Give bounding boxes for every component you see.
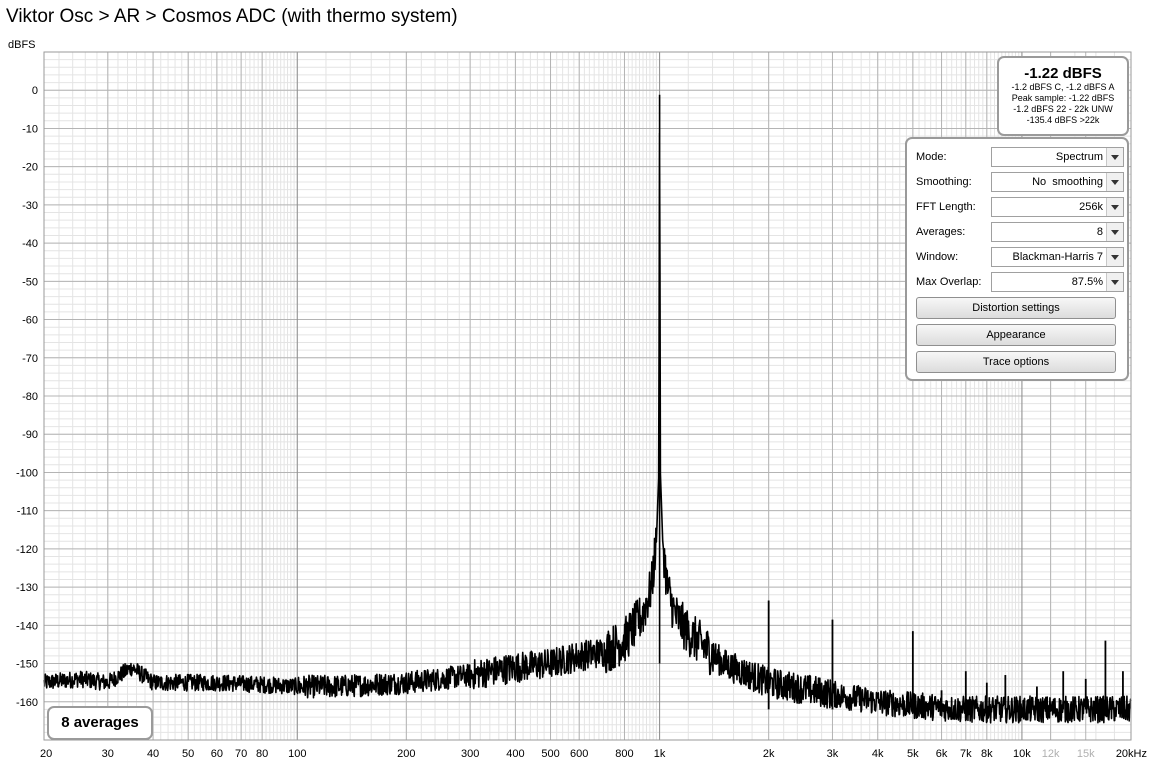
x-tick-label: 500 <box>541 748 559 760</box>
x-tick-label: 300 <box>461 748 479 760</box>
x-tick-label: 5k <box>907 748 919 760</box>
level-readout-panel: -1.22 dBFS -1.2 dBFS C, -1.2 dBFS A Peak… <box>997 56 1129 136</box>
y-tick-label: -50 <box>22 276 38 288</box>
averages-row: Averages: 8 <box>916 222 1124 244</box>
x-tick-label: 2k <box>763 748 775 760</box>
readout-line-peak: Peak sample: -1.22 dBFS <box>1011 93 1115 103</box>
x-tick-label: 80 <box>256 748 268 760</box>
x-tick-labels: 20 30 40 50 60 70 80 100 200 300 400 500 600 800 1k 2k 3… <box>40 748 1147 760</box>
x-tick-label: 3k <box>827 748 839 760</box>
window-value: Blackman-Harris 7 <box>1012 251 1103 263</box>
x-tick-label: 8k <box>981 748 993 760</box>
x-tick-label: 400 <box>506 748 524 760</box>
chevron-down-icon[interactable] <box>1106 148 1123 166</box>
y-tick-label: -140 <box>16 620 38 632</box>
y-tick-label: -20 <box>22 162 38 174</box>
x-tick-label: 7k <box>960 748 972 760</box>
y-tick-label: -90 <box>22 429 38 441</box>
smoothing-select[interactable]: No smoothing <box>991 172 1124 192</box>
window-row: Window: Blackman-Harris 7 <box>916 247 1124 269</box>
chevron-down-icon[interactable] <box>1106 273 1123 291</box>
x-tick-label: 30 <box>102 748 114 760</box>
readout-line-unweighted: -1.2 dBFS 22 - 22k UNW <box>1013 104 1113 114</box>
y-tick-labels: 0 -10 -20 -30 -40 -50 -60 -70 -80 -90 -100 -110 -120… <box>16 85 38 709</box>
max-overlap-value: 87.5% <box>1071 276 1103 288</box>
x-tick-label: 60 <box>211 748 223 760</box>
y-tick-label: -150 <box>16 659 38 671</box>
y-tick-label: -10 <box>22 123 38 135</box>
x-tick-label: 600 <box>570 748 588 760</box>
y-tick-label: 0 <box>32 85 38 97</box>
max-overlap-label: Max Overlap: <box>916 276 982 288</box>
mode-value: Spectrum <box>1055 151 1103 163</box>
y-tick-label: -120 <box>16 544 38 556</box>
controls-panel: Mode: Spectrum Smoothing: No smoothing F… <box>905 137 1129 381</box>
x-tick-label: 1k <box>654 748 666 760</box>
y-tick-label: -160 <box>16 697 38 709</box>
fft-length-value: 256k <box>1079 201 1103 213</box>
x-tick-label: 15k <box>1077 748 1095 760</box>
readout-line-above22k: -135.4 dBFS >22k <box>1026 115 1100 125</box>
chevron-down-icon[interactable] <box>1106 173 1123 191</box>
y-tick-label: -70 <box>22 353 38 365</box>
x-tick-label: 800 <box>615 748 633 760</box>
distortion-settings-button[interactable]: Distortion settings <box>916 297 1116 319</box>
chevron-down-icon[interactable] <box>1106 248 1123 266</box>
window-select[interactable]: Blackman-Harris 7 <box>991 247 1124 267</box>
y-tick-label: -30 <box>22 200 38 212</box>
averages-select[interactable]: 8 <box>991 222 1124 242</box>
mode-label: Mode: <box>916 151 947 163</box>
smoothing-value: No smoothing <box>1032 176 1103 188</box>
smoothing-row: Smoothing: No smoothing <box>916 172 1124 194</box>
averages-badge: 8 averages <box>47 706 153 740</box>
x-tick-label: 40 <box>147 748 159 760</box>
smoothing-label: Smoothing: <box>916 176 972 188</box>
x-tick-label: 10k <box>1013 748 1031 760</box>
y-tick-label: -40 <box>22 238 38 250</box>
max-overlap-row: Max Overlap: 87.5% <box>916 272 1124 294</box>
y-axis-label: dBFS <box>8 39 36 51</box>
chevron-down-icon[interactable] <box>1106 198 1123 216</box>
readout-line-weighted: -1.2 dBFS C, -1.2 dBFS A <box>1011 82 1115 92</box>
y-tick-label: -100 <box>16 467 38 479</box>
averages-label: Averages: <box>916 226 966 238</box>
fft-length-row: FFT Length: 256k <box>916 197 1124 219</box>
level-readout-value: -1.22 dBFS <box>1024 65 1102 82</box>
x-tick-label: 4k <box>872 748 884 760</box>
chevron-down-icon[interactable] <box>1106 223 1123 241</box>
max-overlap-select[interactable]: 87.5% <box>991 272 1124 292</box>
x-tick-label: 6k <box>936 748 948 760</box>
x-tick-label: 70 <box>235 748 247 760</box>
window-label: Window: <box>916 251 959 263</box>
spectrum-chart: dBFS 0 -10 -20 -30 -40 -50 -60 -70 -80 -90 -100 -11… <box>8 39 1147 760</box>
x-tick-label: 50 <box>182 748 194 760</box>
x-tick-label: 100 <box>288 748 306 760</box>
x-tick-label: 20kHz <box>1116 748 1147 760</box>
mode-row: Mode: Spectrum <box>916 147 1124 169</box>
x-tick-label: 12k <box>1042 748 1060 760</box>
fft-length-select[interactable]: 256k <box>991 197 1124 217</box>
x-tick-label: 200 <box>397 748 415 760</box>
y-tick-label: -60 <box>22 315 38 327</box>
mode-select[interactable]: Spectrum <box>991 147 1124 167</box>
y-tick-label: -130 <box>16 582 38 594</box>
fft-length-label: FFT Length: <box>916 201 976 213</box>
x-tick-label: 20 <box>40 748 52 760</box>
appearance-button[interactable]: Appearance <box>916 324 1116 346</box>
y-tick-label: -110 <box>17 506 38 518</box>
y-tick-label: -80 <box>22 391 38 403</box>
averages-value: 8 <box>1096 226 1103 238</box>
trace-options-button[interactable]: Trace options <box>916 351 1116 373</box>
